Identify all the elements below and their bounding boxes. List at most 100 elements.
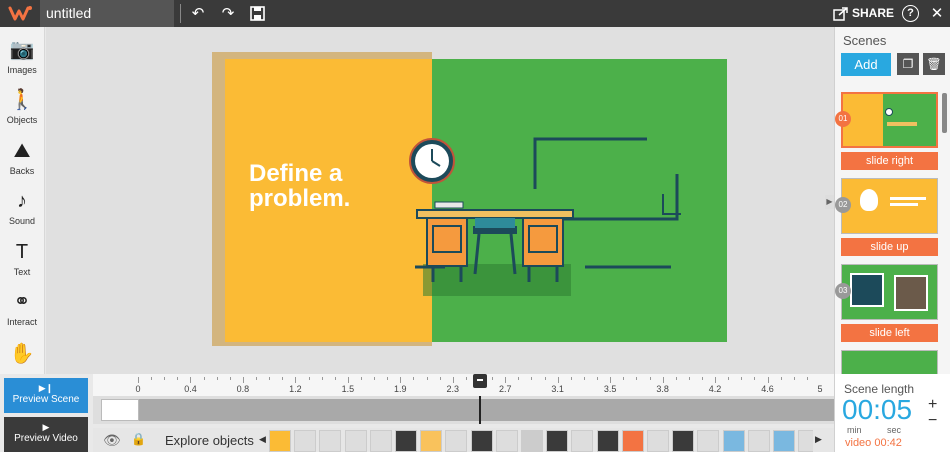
timeline-tick-mark — [701, 377, 703, 380]
object-library-item[interactable] — [747, 430, 770, 452]
timeline-tick-mark — [347, 377, 349, 383]
timeline-tick-mark — [570, 377, 572, 380]
object-library-item[interactable] — [344, 430, 367, 452]
preview-scene-label: Preview Scene — [12, 394, 80, 405]
hand-icon: ✋ — [9, 343, 35, 365]
objects-strip — [269, 428, 813, 452]
tool-text[interactable]: T Text — [0, 237, 44, 287]
timeline-tick-mark — [728, 377, 730, 380]
scene-thumbnail-3[interactable] — [841, 264, 938, 320]
object-library-item[interactable] — [521, 430, 543, 452]
scenes-scrollbar[interactable] — [942, 93, 947, 133]
timeline-tick-mark — [544, 377, 546, 380]
scene-canvas[interactable]: Define a problem. — [225, 59, 727, 342]
object-library-item[interactable] — [546, 430, 569, 452]
timeline-tick-mark — [256, 377, 258, 380]
timeline-tick-mark — [662, 377, 664, 383]
tool-backs[interactable]: ⛰ Backs — [0, 136, 44, 186]
timeline-tick-label: 1.2 — [289, 384, 302, 394]
object-library-item[interactable] — [470, 430, 493, 452]
object-library-item[interactable] — [395, 430, 417, 452]
timeline-tick-mark — [623, 377, 625, 380]
duplicate-scene-icon[interactable]: ❐ — [897, 53, 919, 75]
object-library-item[interactable] — [722, 430, 745, 452]
object-library-item[interactable] — [319, 430, 342, 452]
wideo-logo-icon[interactable] — [8, 4, 34, 23]
save-icon[interactable] — [250, 6, 265, 21]
thumb-text-line — [890, 197, 926, 200]
tool-label: Interact — [6, 317, 37, 327]
timeline-track[interactable] — [93, 396, 834, 424]
object-library-item[interactable] — [697, 430, 720, 452]
timeline-playhead[interactable] — [479, 396, 481, 424]
timeline-tick-mark — [334, 377, 336, 380]
object-library-item[interactable] — [621, 430, 644, 452]
eye-icon[interactable]: 👁 — [103, 432, 121, 449]
scene-number-badge: 03 — [835, 283, 851, 299]
min-label: min — [847, 425, 862, 435]
tool-objects[interactable]: 🚶 Objects — [0, 85, 44, 135]
timeline-tick-mark — [295, 377, 297, 383]
undo-icon[interactable]: ↶ — [188, 4, 208, 23]
thumb-photo — [894, 275, 928, 311]
add-scene-button[interactable]: Add — [841, 53, 891, 76]
tool-label: Text — [13, 267, 31, 277]
playhead-handle[interactable] — [473, 374, 487, 388]
timeline-scene-bar[interactable] — [139, 399, 834, 421]
scene-transition-1[interactable]: slide right — [841, 152, 938, 170]
scroll-left-icon[interactable]: ◀ — [259, 434, 266, 445]
delete-scene-icon[interactable]: 🗑 — [923, 53, 945, 75]
tool-interact[interactable]: ⚭ Interact — [0, 287, 44, 337]
share-icon — [833, 7, 848, 21]
mountain-icon: ⛰ — [13, 140, 31, 162]
scene-length-value[interactable]: 00:05 — [842, 394, 912, 426]
object-library-item[interactable] — [445, 430, 468, 452]
preview-video-button[interactable]: ▶ Preview Video — [4, 417, 88, 452]
play-icon: ▶ — [42, 422, 50, 432]
scene-transition-3[interactable]: slide left — [841, 324, 938, 342]
scenes-panel: Scenes Add ❐ 🗑 01 slide right 02 slide u… — [834, 27, 950, 374]
share-button[interactable]: SHARE — [833, 4, 894, 23]
scene-thumbnail-4[interactable] — [841, 350, 938, 374]
object-library-item[interactable] — [798, 430, 813, 452]
timeline-tick-label: 1.5 — [341, 384, 355, 394]
tool-sound[interactable]: ♪ Sound — [0, 186, 44, 236]
scene-thumbnail-1[interactable] — [841, 92, 938, 148]
scene-headline[interactable]: Define a problem. — [249, 161, 419, 211]
tool-hand[interactable]: ✋ — [0, 339, 44, 369]
scroll-right-icon[interactable]: ▶ — [815, 434, 822, 445]
object-library-item[interactable] — [294, 430, 317, 452]
collapse-panel-icon[interactable]: ▶ — [825, 195, 834, 209]
redo-icon[interactable]: ↷ — [218, 4, 238, 23]
timeline-ruler[interactable]: 0 0.4 0.8 1.2 1.5 1.9 2.3 2.7 3.1 3.5 3.8 4.2 4.6 5 — [93, 374, 834, 396]
object-library-item[interactable] — [269, 430, 291, 452]
object-library-item[interactable] — [420, 430, 443, 452]
timeline-tick-mark — [492, 377, 494, 380]
lock-icon[interactable]: 🔒 — [131, 432, 146, 446]
object-library-item[interactable] — [369, 430, 392, 452]
close-icon[interactable]: ✕ — [927, 4, 947, 23]
thumb-background — [842, 179, 937, 233]
document-title[interactable]: untitled — [40, 0, 174, 27]
help-icon[interactable]: ? — [902, 5, 919, 22]
object-library-item[interactable] — [773, 430, 795, 452]
preview-video-label: Preview Video — [14, 433, 78, 444]
object-library-item[interactable] — [672, 430, 695, 452]
object-library-item[interactable] — [647, 430, 669, 452]
decrease-length-button[interactable]: − — [928, 412, 937, 430]
object-library-item[interactable] — [596, 430, 619, 452]
preview-scene-button[interactable]: ▶❙ Preview Scene — [4, 378, 88, 413]
explore-objects-label[interactable]: Explore objects — [165, 433, 254, 448]
desk-illustration[interactable] — [405, 134, 705, 299]
timeline-tick-mark — [806, 377, 808, 380]
tool-images[interactable]: 📷 Images — [0, 35, 44, 85]
object-library-item[interactable] — [571, 430, 594, 452]
object-library-item[interactable] — [495, 430, 518, 452]
top-bar: untitled ↶ ↷ SHARE ? ✕ — [0, 0, 950, 27]
scene-thumbnail-2[interactable] — [841, 178, 938, 234]
timeline-tick-mark — [426, 377, 428, 380]
music-note-icon: ♪ — [17, 190, 27, 212]
timeline-tick-mark — [452, 377, 454, 383]
scene-transition-2[interactable]: slide up — [841, 238, 938, 256]
timeline-start-block[interactable] — [101, 399, 139, 421]
